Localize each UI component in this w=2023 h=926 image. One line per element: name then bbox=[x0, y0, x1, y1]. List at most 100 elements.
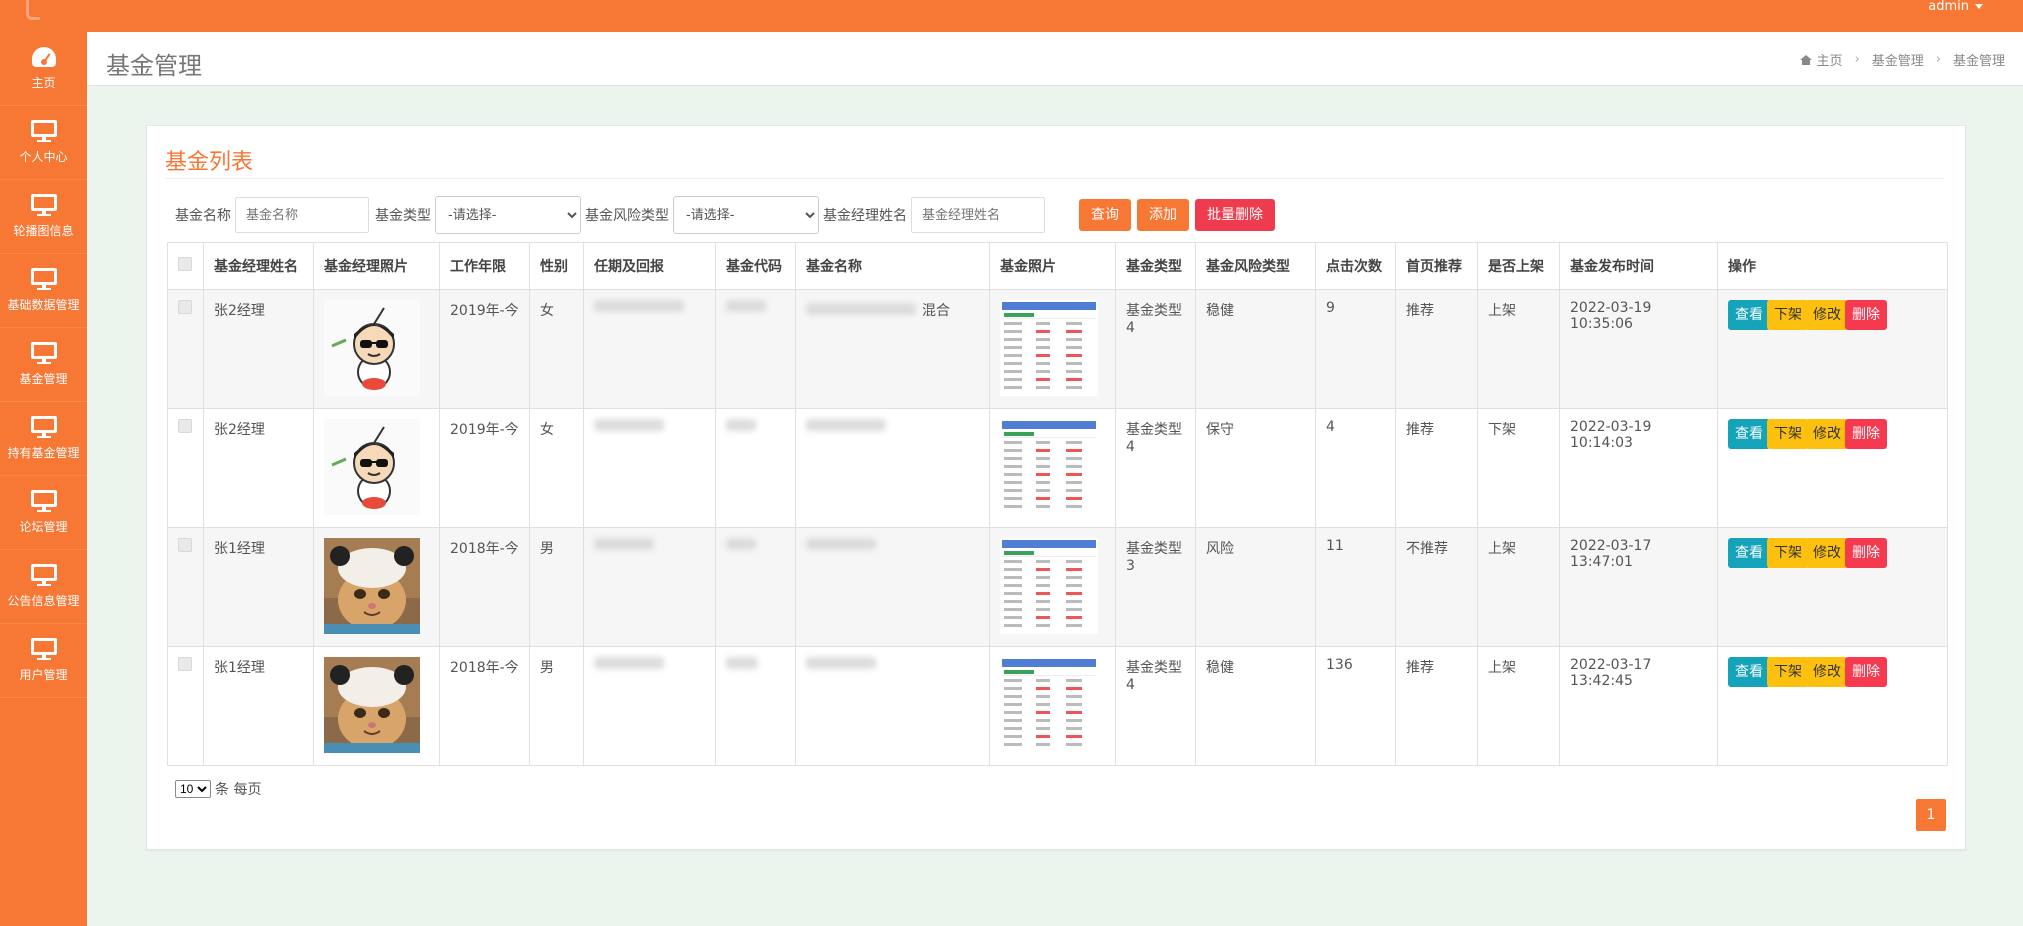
view-button[interactable]: 查看 bbox=[1728, 419, 1770, 449]
column-header: 工作年限 bbox=[439, 242, 530, 290]
edit-button[interactable]: 修改 bbox=[1806, 657, 1848, 687]
manager-avatar-image bbox=[324, 538, 420, 634]
fund-table: 基金经理姓名 基金经理照片 工作年限 性别 任期及回报 基金代码 基金名称 基金照片 基金类型基… bbox=[167, 242, 1948, 766]
per-page-text: 条 每页 bbox=[215, 782, 262, 798]
redacted-text bbox=[726, 300, 766, 312]
sidebar-item[interactable]: 轮播图信息 bbox=[0, 180, 87, 254]
breadcrumb-home[interactable]: 主页 bbox=[1817, 50, 1843, 69]
fund-name-cell bbox=[795, 527, 990, 647]
listed-status-cell: 上架 bbox=[1477, 646, 1560, 766]
redacted-text bbox=[726, 419, 756, 431]
edit-button[interactable]: 修改 bbox=[1806, 538, 1848, 568]
sidebar-item-label: 基础数据管理 bbox=[7, 298, 80, 312]
unlist-button[interactable]: 下架 bbox=[1767, 300, 1809, 330]
column-header: 基金经理照片 bbox=[313, 242, 440, 290]
unlist-button[interactable]: 下架 bbox=[1767, 419, 1809, 449]
tenure-return-cell bbox=[583, 527, 716, 647]
delete-button[interactable]: 删除 bbox=[1845, 419, 1887, 449]
sidebar-item[interactable]: 公告信息管理 bbox=[0, 550, 87, 624]
fund-list-card: 基金列表 基金名称 基金类型 -请选择- 基金风险类型 -请选择- 基金经理姓名… bbox=[146, 125, 1966, 850]
unlist-button[interactable]: 下架 bbox=[1767, 657, 1809, 687]
home-recommend-cell: 推荐 bbox=[1395, 646, 1478, 766]
page-size-control: 10 条 每页 bbox=[175, 779, 261, 799]
view-button[interactable]: 查看 bbox=[1728, 657, 1770, 687]
view-button[interactable]: 查看 bbox=[1728, 300, 1770, 330]
gender-cell: 男 bbox=[529, 527, 584, 647]
divider bbox=[165, 178, 1945, 179]
user-menu[interactable]: admin bbox=[1928, 0, 1983, 13]
fund-code-cell bbox=[715, 646, 796, 766]
add-button[interactable]: 添加 bbox=[1137, 199, 1189, 231]
sidebar-item[interactable]: 论坛管理 bbox=[0, 476, 87, 550]
column-header: 首页推荐 bbox=[1395, 242, 1478, 290]
breadcrumb-current: 基金管理 bbox=[1952, 54, 2005, 69]
fund-type-cell: 基金类型4 bbox=[1115, 646, 1196, 766]
sidebar-item[interactable]: 用户管理 bbox=[0, 624, 87, 698]
risk-type-cell: 稳健 bbox=[1195, 289, 1316, 409]
actions-cell: 查看 下架 修改 删除 bbox=[1717, 527, 1948, 647]
search-bar: 基金名称 基金类型 -请选择- 基金风险类型 -请选择- 基金经理姓名 查询 添… bbox=[175, 195, 1275, 235]
row-checkbox[interactable] bbox=[178, 538, 192, 552]
column-header: 操作 bbox=[1717, 242, 1948, 290]
column-header: 是否上架 bbox=[1477, 242, 1560, 290]
sidebar-item[interactable]: 持有基金管理 bbox=[0, 402, 87, 476]
actions-cell: 查看 下架 修改 删除 bbox=[1717, 289, 1948, 409]
redacted-text bbox=[806, 657, 876, 669]
manager-name-cell: 张2经理 bbox=[203, 289, 314, 409]
row-checkbox[interactable] bbox=[178, 657, 192, 671]
column-header: 基金类型 bbox=[1115, 242, 1196, 290]
delete-button[interactable]: 删除 bbox=[1845, 657, 1887, 687]
fund-name-cell bbox=[795, 408, 990, 528]
edit-button[interactable]: 修改 bbox=[1806, 419, 1848, 449]
tenure-return-cell bbox=[583, 408, 716, 528]
risk-type-cell: 稳健 bbox=[1195, 646, 1316, 766]
monitor-icon bbox=[30, 194, 57, 216]
row-checkbox[interactable] bbox=[178, 300, 192, 314]
page-title: 基金管理 bbox=[106, 52, 202, 80]
page-header: 基金管理 主页 › 基金管理 › 基金管理 bbox=[87, 32, 2023, 86]
fund-code-cell bbox=[715, 408, 796, 528]
manager-avatar-image bbox=[324, 300, 420, 396]
sidebar-item[interactable]: 基金管理 bbox=[0, 328, 87, 402]
select-cell bbox=[167, 527, 204, 647]
manager-photo-cell bbox=[313, 646, 440, 766]
home-recommend-cell: 不推荐 bbox=[1395, 527, 1478, 647]
fund-name-input[interactable] bbox=[235, 197, 369, 233]
sidebar-item[interactable]: 基础数据管理 bbox=[0, 254, 87, 328]
click-count-cell: 136 bbox=[1315, 646, 1396, 766]
delete-button[interactable]: 删除 bbox=[1845, 538, 1887, 568]
sidebar-item-label: 论坛管理 bbox=[19, 520, 68, 534]
edit-button[interactable]: 修改 bbox=[1806, 300, 1848, 330]
redacted-text bbox=[806, 538, 876, 550]
batch-delete-button[interactable]: 批量删除 bbox=[1195, 199, 1275, 231]
work-years-cell: 2018年-今 bbox=[439, 646, 530, 766]
sidebar: 主页 个人中心轮播图信息基础数据管理基金管理 持有基金管理论坛管理公告信息管理 用户管… bbox=[0, 32, 87, 926]
delete-button[interactable]: 删除 bbox=[1845, 300, 1887, 330]
fund-name-text: 混合 bbox=[922, 303, 950, 319]
fund-photo-image bbox=[1000, 419, 1098, 515]
home-recommend-cell: 推荐 bbox=[1395, 408, 1478, 528]
fund-type-cell: 基金类型4 bbox=[1115, 289, 1196, 409]
row-checkbox[interactable] bbox=[178, 419, 192, 433]
fund-photo-cell bbox=[989, 289, 1116, 409]
sidebar-item[interactable]: 个人中心 bbox=[0, 106, 87, 180]
column-header: 基金发布时间 bbox=[1559, 242, 1718, 290]
publish-time-cell: 2022-03-17 13:47:01 bbox=[1559, 527, 1718, 647]
page-number-button[interactable]: 1 bbox=[1916, 799, 1946, 831]
redacted-text bbox=[594, 300, 684, 312]
select-all-checkbox[interactable] bbox=[178, 257, 192, 271]
redacted-text bbox=[594, 538, 654, 550]
publish-time-cell: 2022-03-19 10:14:03 bbox=[1559, 408, 1718, 528]
unlist-button[interactable]: 下架 bbox=[1767, 538, 1809, 568]
fund-type-select[interactable]: -请选择- bbox=[435, 196, 581, 234]
risk-type-select[interactable]: -请选择- bbox=[673, 196, 819, 234]
page-size-select[interactable]: 10 bbox=[175, 780, 211, 798]
view-button[interactable]: 查看 bbox=[1728, 538, 1770, 568]
manager-name-input[interactable] bbox=[911, 197, 1045, 233]
sidebar-item[interactable]: 主页 bbox=[0, 32, 87, 106]
query-button[interactable]: 查询 bbox=[1079, 199, 1131, 231]
gender-cell: 女 bbox=[529, 289, 584, 409]
work-years-cell: 2019年-今 bbox=[439, 289, 530, 409]
breadcrumb-section[interactable]: 基金管理 bbox=[1872, 50, 1924, 69]
sidebar-item-label: 轮播图信息 bbox=[13, 224, 74, 238]
